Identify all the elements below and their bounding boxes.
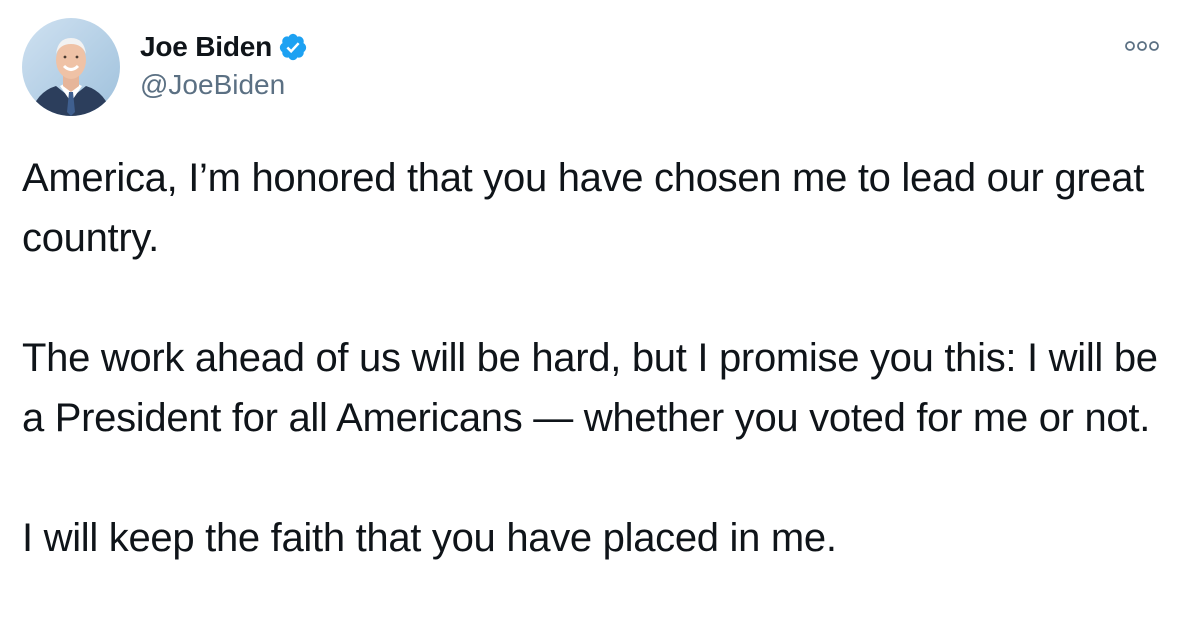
profile-photo-icon[interactable] [22, 18, 120, 116]
tweet-text: America, I’m honored that you have chose… [22, 156, 1158, 560]
author-names: Joe Biden @JoeBiden [140, 18, 308, 102]
more-options-icon[interactable] [1120, 34, 1164, 58]
tweet-header: Joe Biden @JoeBiden [22, 18, 308, 118]
tweet-card: Joe Biden @JoeBiden America, I’m honored… [0, 0, 1194, 632]
author-handle[interactable]: @JoeBiden [140, 68, 308, 102]
verified-badge-icon [278, 32, 308, 62]
name-row: Joe Biden [140, 30, 308, 64]
author-display-name[interactable]: Joe Biden [140, 30, 272, 64]
